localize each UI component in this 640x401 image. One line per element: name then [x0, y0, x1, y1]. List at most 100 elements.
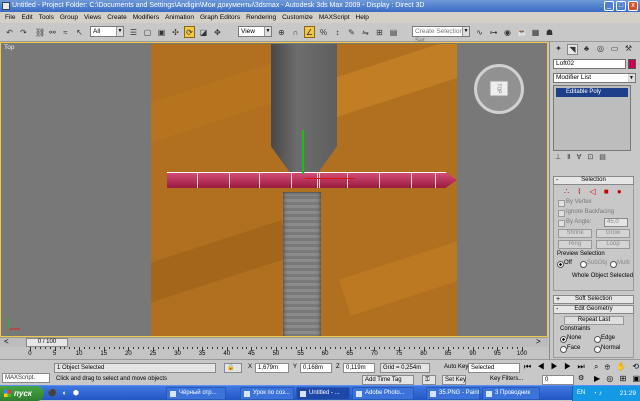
preview-subobj-radio[interactable]: SubObj — [580, 260, 607, 268]
sword-blade[interactable] — [283, 192, 321, 336]
viewport-scene[interactable] — [151, 44, 457, 336]
by-angle-checkbox[interactable]: By Angle: — [558, 219, 591, 227]
constraint-normal-radio[interactable]: Normal — [594, 345, 620, 353]
menu-graph-editors[interactable]: Graph Editors — [197, 12, 243, 23]
close-button[interactable]: x — [628, 1, 638, 11]
soft-selection-rollout-header[interactable]: + Soft Selection — [553, 295, 634, 304]
slider-next-icon[interactable]: > — [536, 337, 541, 346]
quick-render-icon[interactable]: ☗ — [544, 26, 555, 38]
constraint-face-radio[interactable]: Face — [560, 345, 580, 353]
modifier-stack[interactable]: Editable Poly — [553, 85, 631, 151]
preview-multi-radio[interactable]: Multi — [610, 260, 630, 268]
menu-animation[interactable]: Animation — [162, 12, 197, 23]
rectangular-selection-icon[interactable]: ▢ — [142, 26, 153, 38]
create-tab-icon[interactable]: ✦ — [553, 44, 564, 55]
taskbar-item[interactable]: Урок по соз... — [240, 387, 294, 400]
make-unique-icon[interactable]: ∀ — [577, 154, 588, 161]
display-tab-icon[interactable]: ▭ — [609, 44, 620, 55]
object-color-swatch[interactable] — [628, 59, 636, 69]
link-icon[interactable]: ⛓ — [34, 26, 45, 38]
undo-icon[interactable]: ↶ — [4, 26, 15, 38]
object-name-field[interactable]: Loft02 — [553, 59, 626, 69]
minimize-button[interactable]: _ — [604, 1, 614, 11]
menu-help[interactable]: Help — [353, 12, 372, 23]
taskbar-item[interactable]: 35.PNG - Paint — [426, 387, 480, 400]
select-and-scale-icon[interactable]: ◪ — [198, 26, 209, 38]
reference-coordinate-dropdown[interactable]: View ▼ — [238, 26, 272, 37]
select-object-icon[interactable]: ↖ — [74, 26, 85, 38]
maximize-button[interactable]: □ — [616, 1, 626, 11]
percent-snap-icon[interactable]: % — [318, 26, 329, 38]
grow-button[interactable]: Grow — [596, 229, 630, 238]
time-slider[interactable]: < 0 / 100 > — [0, 337, 548, 347]
menu-views[interactable]: Views — [81, 12, 104, 23]
remove-modifier-icon[interactable]: ⊡ — [587, 154, 599, 161]
curve-editor-icon[interactable]: ∿ — [474, 26, 485, 38]
ring-button[interactable]: Ring — [558, 240, 592, 249]
ignore-backfacing-checkbox[interactable]: Ignore Backfacing — [558, 209, 614, 217]
constraint-edge-radio[interactable]: Edge — [594, 335, 615, 343]
menu-modifiers[interactable]: Modifiers — [130, 12, 162, 23]
by-vertex-checkbox[interactable]: By Vertex — [558, 199, 592, 207]
utilities-tab-icon[interactable]: ⚒ — [623, 44, 634, 55]
sword-guard-selected[interactable] — [167, 172, 457, 188]
menu-tools[interactable]: Tools — [36, 12, 57, 23]
taskbar-item[interactable]: Adobe Photo... — [352, 387, 414, 400]
set-key-mode-icon[interactable]: ⚿ — [422, 375, 436, 385]
stack-item-editable-poly[interactable]: Editable Poly — [556, 88, 628, 97]
configure-sets-icon[interactable]: ▤ — [599, 154, 612, 161]
shrink-button[interactable]: Shrink — [558, 229, 592, 238]
menu-group[interactable]: Group — [57, 12, 81, 23]
redo-icon[interactable]: ↷ — [18, 26, 29, 38]
track-bar[interactable]: 0 5 10 15 20 25 30 35 40 45 50 55 60 65 70 75 80 85 90 95 10… — [0, 347, 548, 359]
x-coordinate-field[interactable]: 1,679m — [255, 363, 289, 373]
motion-tab-icon[interactable]: ◎ — [595, 44, 606, 55]
sword-handle[interactable] — [271, 44, 337, 172]
viewport-navigation-icons[interactable]: ⌕ ⊕ ✋ ⟲ — [594, 362, 640, 372]
layer-manager-icon[interactable]: ▤ — [388, 26, 399, 38]
select-by-name-icon[interactable]: ☰ — [128, 26, 139, 38]
menu-maxscript[interactable]: MAXScript — [316, 12, 353, 23]
align-icon[interactable]: ⊞ — [374, 26, 385, 38]
app-icon[interactable] — [2, 2, 10, 10]
edit-named-selections-icon[interactable]: ✎ — [346, 26, 357, 38]
menu-customize[interactable]: Customize — [279, 12, 316, 23]
playback-controls[interactable]: ⏮ ◀ ▶ ▶ ⏭ — [524, 362, 587, 372]
viewport-label[interactable]: Top — [4, 44, 14, 51]
modifier-list-dropdown[interactable]: Modifier List ▼ — [553, 73, 636, 83]
preview-off-radio[interactable]: Off — [557, 260, 572, 268]
viewcube[interactable]: TOP — [474, 64, 524, 114]
pivot-center-icon[interactable]: ⊕ — [276, 26, 287, 38]
bind-spacewarp-icon[interactable]: ≈ — [60, 26, 71, 38]
slider-prev-icon[interactable]: < — [4, 337, 9, 346]
selection-rollout-header[interactable]: - Selection — [553, 176, 634, 185]
show-end-result-icon[interactable]: Ⅱ — [567, 154, 576, 161]
render-setup-icon[interactable]: ☕ — [516, 26, 527, 38]
add-time-tag-button[interactable]: Add Time Tag — [362, 375, 414, 385]
viewcube-face[interactable]: TOP — [489, 80, 509, 97]
select-and-rotate-icon[interactable]: ⟳ — [184, 26, 195, 38]
y-coordinate-field[interactable]: 0,168m — [300, 363, 332, 373]
material-editor-icon[interactable]: ◉ — [502, 26, 513, 38]
window-crossing-icon[interactable]: ▣ — [156, 26, 167, 38]
select-and-move-icon[interactable]: ✣ — [170, 26, 181, 38]
manipulate-icon[interactable]: ✥ — [212, 26, 223, 38]
unlink-icon[interactable]: ⚯ — [47, 26, 58, 38]
menu-file[interactable]: File — [2, 12, 18, 23]
gizmo-y-axis[interactable] — [302, 130, 304, 174]
hierarchy-tab-icon[interactable]: ♣ — [581, 44, 592, 55]
taskbar-item[interactable]: Чёрный отр... — [166, 387, 226, 400]
taskbar-item[interactable]: Untitled - ... — [296, 387, 350, 400]
repeat-last-button[interactable]: Repeat Last — [564, 316, 624, 325]
spinner-snap-icon[interactable]: ↕ — [332, 26, 343, 38]
subobject-level-icons[interactable]: ∴ ⌇ ◁ ■ ● — [564, 187, 625, 196]
menu-create[interactable]: Create — [104, 12, 130, 23]
loop-button[interactable]: Loop — [596, 240, 630, 249]
auto-key-button[interactable]: Auto Key — [442, 363, 468, 373]
maxscript-listener[interactable]: MAXScript. — [2, 373, 50, 383]
lock-selection-icon[interactable]: 🔒 — [224, 363, 242, 373]
language-indicator[interactable]: EN — [577, 386, 585, 401]
constraint-none-radio[interactable]: None — [560, 335, 581, 343]
tray-icons[interactable]: ◔ ♪ — [593, 386, 602, 401]
set-key-button[interactable]: Set Key — [442, 375, 466, 385]
